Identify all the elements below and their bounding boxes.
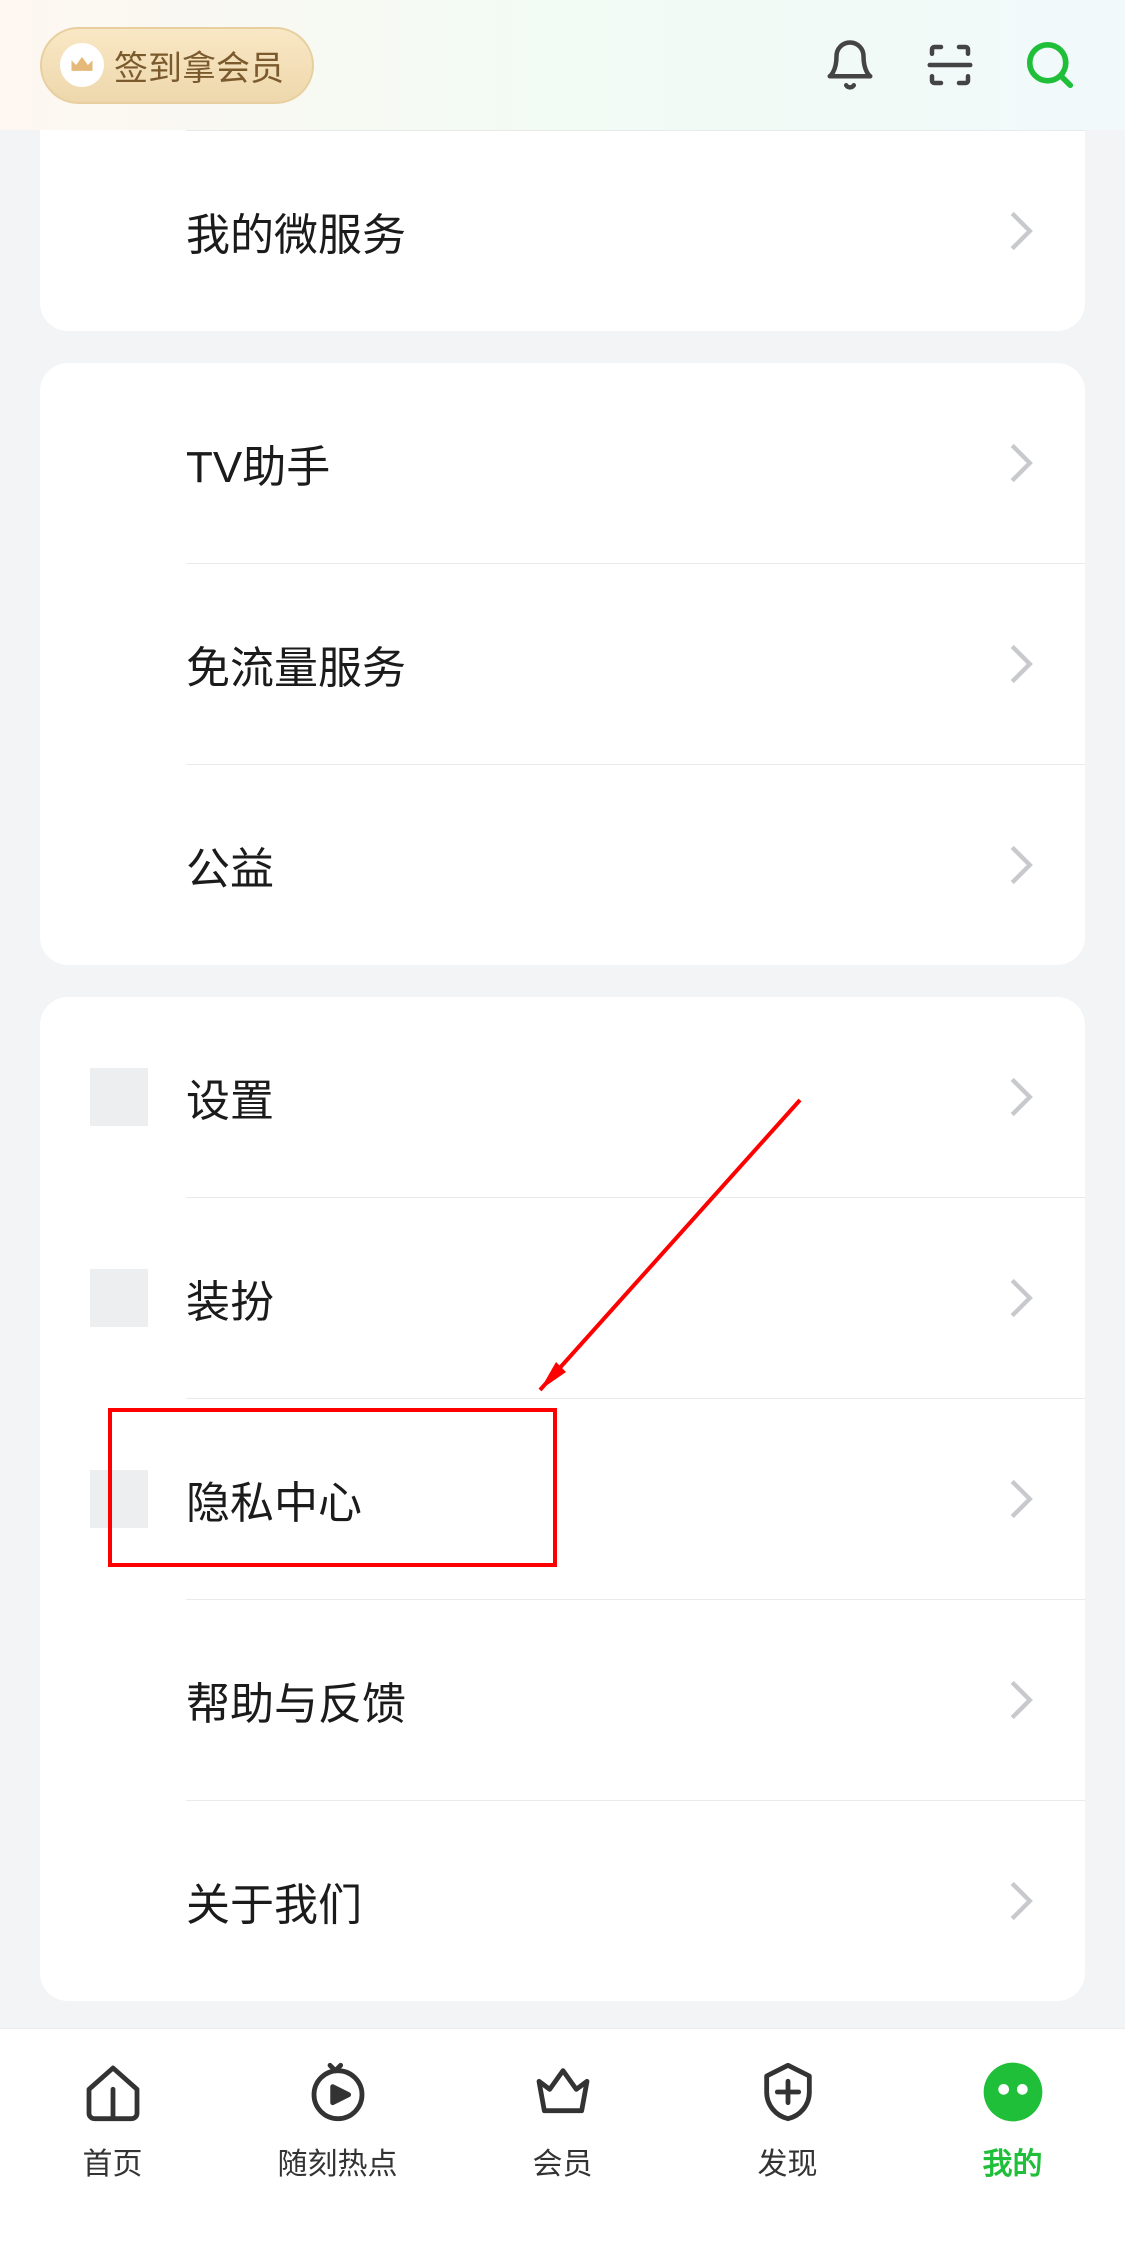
row-data-free[interactable]: 免流量服务 <box>40 564 1085 764</box>
row-tv-helper[interactable]: TV助手 <box>40 363 1085 563</box>
tab-mine[interactable]: 我的 <box>900 2057 1125 2183</box>
placeholder-icon <box>90 1269 148 1327</box>
scan-icon[interactable] <box>915 30 985 100</box>
row-charity[interactable]: 公益 <box>40 765 1085 965</box>
row-privacy[interactable]: 隐私中心 <box>40 1399 1085 1599</box>
notification-icon[interactable] <box>815 30 885 100</box>
discover-icon <box>753 2057 823 2127</box>
chevron-right-icon <box>1007 1075 1035 1119</box>
row-help-feedback[interactable]: 帮助与反馈 <box>40 1600 1085 1800</box>
tab-label: 会员 <box>533 2139 593 2183</box>
chevron-right-icon <box>1007 1879 1035 1923</box>
tab-label: 发现 <box>758 2139 818 2183</box>
row-label: TV助手 <box>186 431 1007 495</box>
vip-crown-icon <box>528 2057 598 2127</box>
chevron-right-icon <box>1007 441 1035 485</box>
crown-icon <box>60 43 104 87</box>
placeholder-icon <box>90 1470 148 1528</box>
home-icon <box>78 2057 148 2127</box>
chevron-right-icon <box>1007 1477 1035 1521</box>
tab-label: 首页 <box>83 2139 143 2183</box>
tab-label: 随刻热点 <box>278 2139 398 2183</box>
chevron-right-icon <box>1007 1276 1035 1320</box>
chevron-right-icon <box>1007 1678 1035 1722</box>
settings-group-1: TV助手 免流量服务 公益 <box>40 363 1085 965</box>
row-about[interactable]: 关于我们 <box>40 1801 1085 2001</box>
row-skin[interactable]: 装扮 <box>40 1198 1085 1398</box>
profile-icon <box>978 2057 1048 2127</box>
row-label: 隐私中心 <box>186 1467 1007 1531</box>
tab-home[interactable]: 首页 <box>0 2057 225 2183</box>
row-label: 帮助与反馈 <box>186 1668 1007 1732</box>
signin-label: 签到拿会员 <box>114 41 284 90</box>
chevron-right-icon <box>1007 209 1035 253</box>
tabbar: 首页 随刻热点 会员 发现 我的 <box>0 2028 1125 2258</box>
row-micro-services[interactable]: 我的微服务 <box>40 131 1085 331</box>
tab-vip[interactable]: 会员 <box>450 2057 675 2183</box>
header: 签到拿会员 <box>0 0 1125 130</box>
tab-discover[interactable]: 发现 <box>675 2057 900 2183</box>
row-label: 关于我们 <box>186 1869 1007 1933</box>
row-label: 装扮 <box>186 1266 1007 1330</box>
chevron-right-icon <box>1007 642 1035 686</box>
signin-badge[interactable]: 签到拿会员 <box>40 27 314 104</box>
chevron-right-icon <box>1007 843 1035 887</box>
tab-label: 我的 <box>983 2139 1043 2183</box>
row-label: 设置 <box>186 1065 1007 1129</box>
row-settings[interactable]: 设置 <box>40 997 1085 1197</box>
placeholder-icon <box>90 1068 148 1126</box>
play-icon <box>303 2057 373 2127</box>
row-label: 我的微服务 <box>186 199 1007 263</box>
tab-hot[interactable]: 随刻热点 <box>225 2057 450 2183</box>
row-label: 免流量服务 <box>186 632 1007 696</box>
content-area: 我的微服务 TV助手 免流量服务 公益 <box>0 130 1125 2149</box>
settings-group-2: 设置 装扮 隐私中心 帮助与反馈 <box>40 997 1085 2001</box>
row-label: 公益 <box>186 833 1007 897</box>
settings-group-0: 我的微服务 <box>40 130 1085 331</box>
search-icon[interactable] <box>1015 30 1085 100</box>
